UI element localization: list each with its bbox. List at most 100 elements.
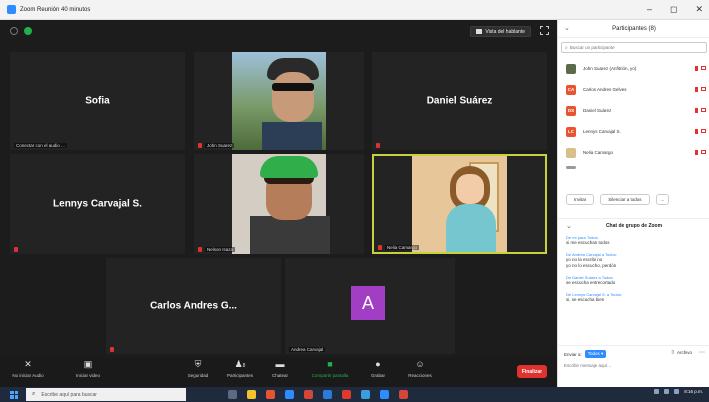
- chat-message: De Lennys Carvajal S. a Todos: si, se es…: [566, 292, 706, 303]
- participant-row[interactable]: DS Daniel Suárez: [558, 100, 709, 121]
- volume-icon[interactable]: [664, 389, 670, 394]
- close-button[interactable]: ✕: [695, 4, 703, 15]
- participant-name: Carlos Andres Gelves: [583, 87, 627, 92]
- zoom-app: Zoom Reunión 40 minutos – ◻ ✕ Vista del …: [0, 0, 709, 402]
- participant-row[interactable]: LC Lennys Carvajal S.: [558, 121, 709, 142]
- tile-caption: John Suarez: [198, 143, 235, 148]
- participant-name: Sofia: [85, 95, 110, 107]
- video-tile-daniel[interactable]: Daniel Suárez: [372, 52, 547, 150]
- participant-video-feed: [232, 52, 326, 150]
- invite-button[interactable]: Invitar: [566, 194, 595, 205]
- video-tile-andrea[interactable]: A Andrea Carvajal: [285, 258, 455, 354]
- view-toggle-button[interactable]: Vista del hablante: [470, 26, 531, 37]
- chat-message-input[interactable]: [564, 363, 704, 368]
- edge-icon[interactable]: [285, 390, 294, 399]
- minimize-button[interactable]: –: [647, 4, 652, 15]
- record-button[interactable]: ● Grabar: [356, 359, 400, 378]
- audio-button[interactable]: ✕ No iniciar Audio: [6, 359, 50, 378]
- chat-message: De Andrea Carvajal a Todos: yo no la esc…: [566, 252, 706, 269]
- windows-taskbar: ⌕ Escribe aquí para buscar 8:16 p.m.: [0, 387, 709, 402]
- tile-caption-label: Andrea Carvajal: [289, 347, 326, 352]
- reaction-emoji-icon: ☺: [415, 359, 425, 369]
- participant-row[interactable]: Nelia Camargo: [558, 142, 709, 163]
- chat-message-text: si me escuchan todos: [566, 240, 610, 245]
- chat-compose: Enviar a: Todos ▾ ▯ Archivo ⋯: [558, 345, 709, 387]
- video-tile-nelia-active-speaker[interactable]: Nelia Camargo: [372, 154, 547, 254]
- clock[interactable]: 8:16 p.m.: [684, 389, 703, 394]
- avatar: CA: [566, 84, 576, 95]
- view-toggle-label: Vista del hablante: [485, 28, 525, 35]
- send-to-dropdown[interactable]: Todos ▾: [584, 350, 607, 358]
- chrome-icon[interactable]: [266, 390, 275, 399]
- chat-title: Chat de grupo de Zoom: [605, 222, 663, 229]
- video-tile-lennys[interactable]: Lennys Carvajal S.: [10, 154, 185, 254]
- chat-message: De Daniel Suárez a Todos: se escucha ent…: [566, 275, 706, 286]
- file-button[interactable]: ▯ Archivo: [672, 349, 693, 355]
- participants-header: ⌄ Participantes (8): [558, 20, 709, 38]
- participant-video-feed: [412, 156, 507, 252]
- mail-icon[interactable]: [323, 390, 332, 399]
- camera-off-icon: ▣: [83, 359, 93, 369]
- app-icon[interactable]: [304, 390, 313, 399]
- participant-search[interactable]: ⌕: [561, 42, 707, 53]
- file-label: Archivo: [676, 349, 692, 355]
- avatar: [566, 147, 576, 158]
- tile-caption-label: Nelia Camargo: [385, 245, 420, 250]
- network-icon[interactable]: [654, 389, 660, 394]
- muted-mic-icon: [198, 143, 202, 148]
- video-tile-john[interactable]: John Suarez: [194, 52, 364, 150]
- app-icon[interactable]: [399, 390, 408, 399]
- windows-start-icon[interactable]: [10, 390, 18, 399]
- chat-bubble-icon: ▬: [275, 359, 285, 369]
- cap-shape: [260, 156, 318, 178]
- mute-all-button[interactable]: Silenciar a todos: [600, 194, 650, 205]
- chevron-down-icon[interactable]: ⌄: [566, 222, 572, 230]
- store-icon[interactable]: [361, 390, 370, 399]
- participant-row-partial: [558, 163, 709, 171]
- taskbar-search-placeholder: Escribe aquí para buscar: [41, 391, 97, 398]
- chat-button[interactable]: ▬ Chatear: [258, 359, 302, 378]
- video-button[interactable]: ▣ Iniciar video: [66, 359, 110, 378]
- end-meeting-button[interactable]: Finalizar: [517, 365, 547, 378]
- more-options-button[interactable]: ...: [655, 194, 670, 205]
- video-tile-nelson[interactable]: Nelson Isaza: [194, 154, 364, 254]
- security-button[interactable]: ⛨ Seguridad: [176, 359, 220, 378]
- muted-mic-icon: [378, 245, 382, 250]
- system-tray: 8:16 p.m.: [654, 389, 703, 394]
- info-icon[interactable]: [10, 27, 18, 35]
- muted-mic-icon: [198, 247, 202, 252]
- video-tile-sofia[interactable]: Sofia Conectar con el audio ...: [10, 52, 185, 150]
- tile-caption-label: Nelson Isaza: [205, 247, 236, 252]
- participant-row[interactable]: John Suarez (Anfitrión, yo): [558, 58, 709, 79]
- participant-search-input[interactable]: [569, 45, 695, 50]
- muted-mic-icon: [695, 150, 698, 155]
- encryption-shield-icon[interactable]: [24, 27, 32, 35]
- avatar: DS: [566, 105, 576, 116]
- zoom-taskbar-icon[interactable]: [380, 390, 389, 399]
- battery-icon[interactable]: [674, 389, 680, 394]
- share-screen-button[interactable]: ■ Compartir pantalla: [308, 359, 352, 378]
- tile-caption: Nelson Isaza: [198, 247, 236, 252]
- maximize-button[interactable]: ◻: [670, 4, 677, 15]
- participant-name: Lennys Carvajal S.: [583, 129, 621, 134]
- send-to-selector: Enviar a: Todos ▾: [564, 350, 607, 358]
- reactions-button[interactable]: ☺ Reacciones: [398, 359, 442, 378]
- search-icon: ⌕: [565, 44, 568, 51]
- participant-row[interactable]: CA Carlos Andres Gelves: [558, 79, 709, 100]
- chat-message-list: De mí para Todos: si me escuchan todos D…: [566, 235, 706, 309]
- task-view-icon[interactable]: [228, 390, 237, 399]
- taskbar-search[interactable]: ⌕ Escribe aquí para buscar: [26, 388, 186, 401]
- video-tile-carlos[interactable]: Carlos Andres G...: [106, 258, 281, 354]
- participant-name: Daniel Suárez: [426, 95, 493, 107]
- participant-status: [695, 108, 706, 113]
- office-icon[interactable]: [342, 390, 351, 399]
- chevron-down-icon[interactable]: ⌄: [564, 24, 570, 32]
- fullscreen-icon[interactable]: [540, 26, 549, 35]
- file-explorer-icon[interactable]: [247, 390, 256, 399]
- more-options-icon[interactable]: ⋯: [699, 349, 705, 356]
- chat-message-text: si, se escucha bien: [566, 297, 605, 302]
- muted-mic-icon: [695, 87, 698, 92]
- zoom-icon: [7, 5, 16, 14]
- search-icon: ⌕: [32, 391, 36, 397]
- participants-button[interactable]: ♟8 Participantes: [218, 359, 262, 378]
